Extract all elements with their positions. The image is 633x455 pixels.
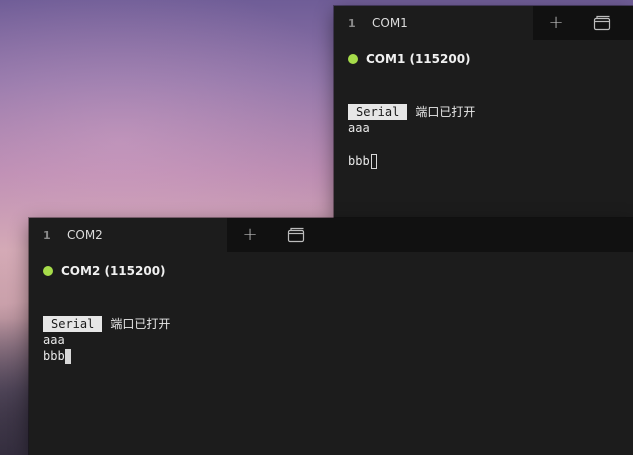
terminal-output: Serial 端口已打开 aaa bbb: [43, 316, 619, 364]
status-text: COM1 (115200): [366, 52, 471, 66]
tab-com2[interactable]: 1 COM2: [29, 218, 227, 252]
tab-title: COM2: [67, 228, 103, 242]
input-text: bbb: [43, 349, 65, 363]
status-indicator-dot: [348, 54, 358, 64]
serial-tag: Serial: [348, 104, 408, 120]
status-indicator-dot: [43, 266, 53, 276]
input-text: bbb: [348, 154, 370, 168]
terminal-window-com2[interactable]: 1 COM2 + COM2 (115200) Serial 端口已打开 aaa: [29, 218, 633, 455]
text-cursor: [370, 153, 377, 169]
terminal-output: Serial 端口已打开 aaa bbb: [348, 104, 619, 169]
connection-status: COM1 (115200): [348, 52, 619, 66]
tab-index: 1: [348, 16, 356, 30]
output-line: aaa: [43, 333, 65, 347]
tab-bar: 1 COM1 +: [334, 6, 633, 40]
serial-tag: Serial: [43, 316, 103, 332]
text-cursor: [64, 348, 71, 364]
tab-title: COM1: [372, 16, 408, 30]
plus-icon: +: [548, 12, 564, 33]
tab-com1[interactable]: 1 COM1: [334, 6, 533, 40]
input-line[interactable]: bbb: [348, 153, 619, 169]
terminal-body[interactable]: COM2 (115200) Serial 端口已打开 aaa bbb: [29, 252, 633, 376]
new-window-icon: [287, 227, 305, 243]
serial-message: 端口已打开: [415, 105, 476, 119]
output-line: aaa: [348, 121, 370, 135]
serial-message: 端口已打开: [110, 317, 171, 331]
connection-status: COM2 (115200): [43, 264, 619, 278]
status-text: COM2 (115200): [61, 264, 166, 278]
new-window-icon: [593, 15, 611, 31]
new-window-button[interactable]: [273, 218, 319, 252]
tab-bar: 1 COM2 +: [29, 218, 633, 252]
terminal-body[interactable]: COM1 (115200) Serial 端口已打开 aaa bbb: [334, 40, 633, 181]
tab-index: 1: [43, 228, 51, 242]
new-tab-button[interactable]: +: [227, 218, 273, 252]
plus-icon: +: [242, 224, 258, 245]
input-line[interactable]: bbb: [43, 348, 619, 364]
terminal-window-com1[interactable]: 1 COM1 + COM1 (115200) Serial 端口已打开 aaa: [334, 6, 633, 218]
serial-status-line: Serial 端口已打开: [348, 104, 619, 120]
new-window-button[interactable]: [579, 6, 625, 40]
new-tab-button[interactable]: +: [533, 6, 579, 40]
serial-status-line: Serial 端口已打开: [43, 316, 619, 332]
